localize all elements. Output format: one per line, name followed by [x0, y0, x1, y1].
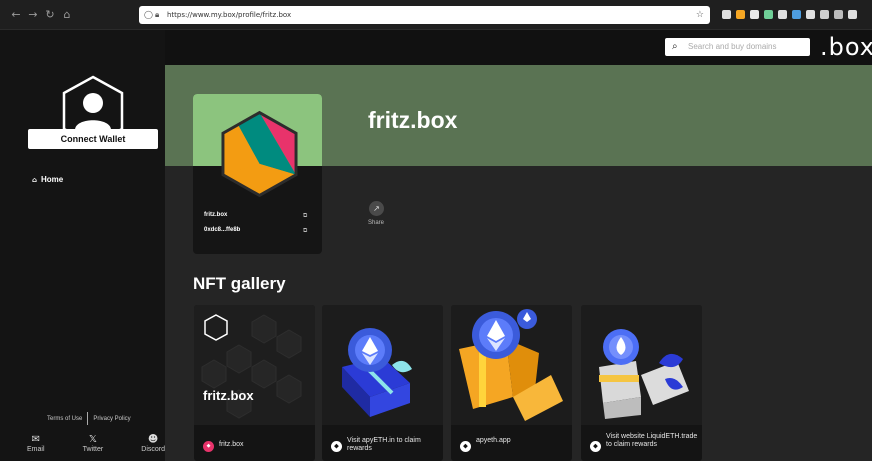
- browser-extension-icon[interactable]: [848, 10, 857, 19]
- nft-image: [322, 305, 443, 425]
- x-icon: 𝕏: [88, 434, 97, 445]
- browser-extension-icon[interactable]: [778, 10, 787, 19]
- nft-image: fritz.box: [194, 305, 315, 425]
- lock-icon: 🔒︎: [155, 10, 160, 19]
- nft-card[interactable]: ⬥ Visit website LiquidETH.trade to claim…: [581, 305, 702, 461]
- browser-extension-icon[interactable]: [820, 10, 829, 19]
- url-text: https://www.my.box/profile/fritz.box: [167, 11, 292, 19]
- terms-link[interactable]: Terms of Use: [47, 416, 82, 422]
- nft-label: apyeth.app: [476, 437, 511, 444]
- discord-label: Discord: [141, 446, 165, 453]
- browser-extension-icon[interactable]: [806, 10, 815, 19]
- gallery-title: NFT gallery: [193, 274, 286, 293]
- share-label: Share: [368, 220, 385, 226]
- nft-card[interactable]: ⬥ apyeth.app: [451, 305, 572, 461]
- nft-card[interactable]: ⬥ Visit apyETH.in to claim rewards: [322, 305, 443, 461]
- wallet-address: 0xdc8...ffe8b: [204, 227, 241, 233]
- email-link[interactable]: ✉ Email: [27, 434, 45, 453]
- twitter-label: Twitter: [82, 446, 104, 453]
- browser-toolbar: ← → ↻ ⌂ ◯ 🔒︎ https://www.my.box/profile/…: [0, 0, 872, 30]
- discord-link[interactable]: ☻ Discord: [141, 434, 165, 453]
- sidebar-item-home[interactable]: ⌂ Home: [32, 175, 63, 184]
- footer-links: Terms of Use Privacy Policy: [47, 412, 131, 425]
- divider: [87, 412, 89, 425]
- sidebar-item-label: Home: [41, 175, 64, 184]
- sidebar: Connect Wallet ⌂ Home Terms of Use Privacy…: [0, 30, 165, 461]
- browser-extension-icon[interactable]: [722, 10, 731, 19]
- browser-extension-icon[interactable]: [834, 10, 843, 19]
- email-label: Email: [27, 446, 45, 453]
- browser-extension-icon[interactable]: [750, 10, 759, 19]
- eth-badge-icon: ⬥: [590, 441, 601, 452]
- reload-icon[interactable]: ↻: [44, 9, 56, 21]
- box-badge-icon: ◆: [203, 441, 214, 452]
- discord-icon: ☻: [147, 434, 159, 445]
- eth-badge-icon: ⬥: [460, 441, 471, 452]
- browser-extension-icon[interactable]: [764, 10, 773, 19]
- share-button[interactable]: ↗: [369, 201, 384, 216]
- browser-extension-icon[interactable]: [792, 10, 801, 19]
- privacy-link[interactable]: Privacy Policy: [93, 416, 130, 422]
- page-title: fritz.box: [368, 107, 458, 133]
- eth-badge-icon: ⬥: [331, 441, 342, 452]
- copy-address-icon[interactable]: ⧉: [303, 227, 307, 235]
- home-nav-icon: ⌂: [32, 176, 38, 184]
- social-links: ✉ Email 𝕏 Twitter ☻ Discord: [27, 434, 165, 453]
- copy-name-icon[interactable]: ⧉: [303, 212, 307, 220]
- search-input[interactable]: ⌕ Search and buy domains: [665, 38, 810, 56]
- nft-image: [451, 305, 572, 425]
- back-icon[interactable]: ←: [10, 9, 22, 21]
- twitter-link[interactable]: 𝕏 Twitter: [83, 434, 104, 453]
- forward-icon[interactable]: →: [27, 9, 39, 21]
- address-bar[interactable]: ◯ 🔒︎ https://www.my.box/profile/fritz.bo…: [139, 6, 710, 24]
- search-placeholder: Search and buy domains: [688, 42, 777, 51]
- bookmark-star-icon[interactable]: ☆: [696, 6, 704, 24]
- nft-image: [581, 305, 702, 425]
- nft-label: fritz.box: [219, 441, 244, 448]
- nft-label: Visit apyETH.in to claim rewards: [347, 437, 421, 452]
- shield-icon: ◯: [144, 10, 153, 19]
- home-icon[interactable]: ⌂: [61, 9, 73, 21]
- nft-label: Visit website LiquidETH.trade to claim r…: [606, 433, 698, 448]
- profile-name: fritz.box: [204, 212, 228, 218]
- connect-wallet-button[interactable]: Connect Wallet: [28, 129, 158, 149]
- nft-card[interactable]: fritz.box ◆ fritz.box: [194, 305, 315, 461]
- search-icon: ⌕: [672, 41, 678, 52]
- email-icon: ✉: [31, 434, 40, 445]
- browser-extension-icon[interactable]: [736, 10, 745, 19]
- nft-image-text: fritz.box: [203, 388, 254, 403]
- brand-logo[interactable]: .box: [820, 33, 872, 61]
- profile-logo-icon: [221, 110, 298, 198]
